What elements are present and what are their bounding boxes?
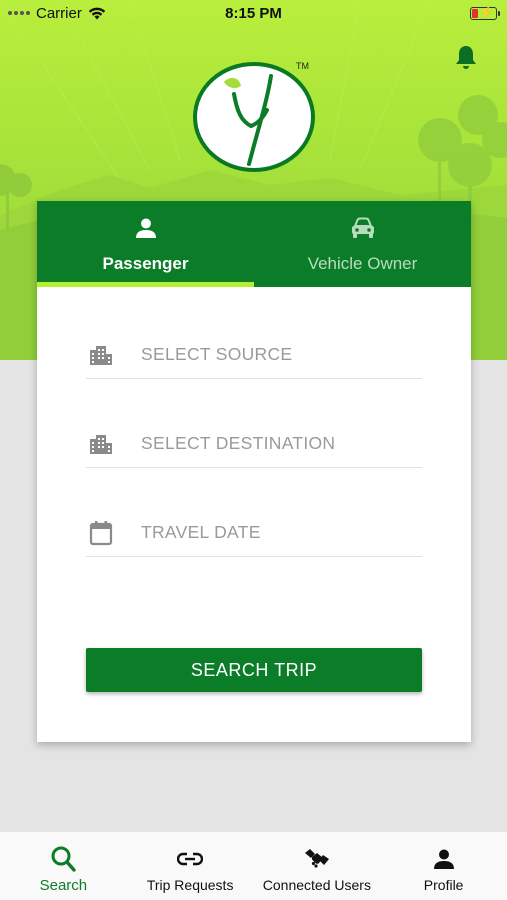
- nav-search-label: Search: [39, 877, 88, 894]
- role-tabs: Passenger Vehicle Owner: [37, 201, 471, 287]
- destination-field[interactable]: [86, 420, 422, 468]
- status-bar: Carrier 8:15 PM ⚡: [0, 0, 507, 26]
- signal-strength-icon: [8, 11, 30, 15]
- search-icon: [50, 845, 77, 873]
- battery-icon: ⚡: [470, 5, 500, 20]
- building-icon: [88, 342, 114, 368]
- tab-vehicle-owner-label: Vehicle Owner: [307, 254, 418, 273]
- search-trip-button[interactable]: SEARCH TRIP: [86, 648, 422, 692]
- active-tab-indicator: [37, 282, 254, 287]
- person-icon: [433, 845, 455, 873]
- link-icon: [177, 845, 204, 873]
- travel-date-input[interactable]: [141, 522, 411, 543]
- person-icon: [135, 215, 157, 241]
- nav-trip-requests-label: Trip Requests: [146, 877, 234, 893]
- travel-date-field[interactable]: [86, 509, 422, 557]
- carrier-label: Carrier: [36, 4, 82, 22]
- logo-mark-icon: [224, 74, 273, 166]
- tab-vehicle-owner[interactable]: Vehicle Owner: [254, 201, 471, 287]
- trademark-label: TM: [296, 61, 309, 71]
- nav-profile-label: Profile: [423, 877, 464, 893]
- building-icon: [88, 431, 114, 457]
- nav-profile[interactable]: Profile: [380, 832, 507, 900]
- nav-search[interactable]: Search: [0, 832, 127, 900]
- calendar-icon: [88, 520, 114, 546]
- tab-passenger[interactable]: Passenger: [37, 201, 254, 287]
- app-logo: [193, 62, 315, 172]
- nav-connected-users-label: Connected Users: [262, 877, 371, 893]
- search-card: Passenger Vehicle Owner SELECT SOURCE SE…: [37, 201, 471, 742]
- source-input[interactable]: [141, 344, 411, 365]
- nav-connected-users[interactable]: Connected Users: [254, 832, 381, 900]
- tab-passenger-label: Passenger: [102, 254, 189, 273]
- car-icon: [350, 215, 376, 241]
- bottom-navigation: Search Trip Requests Connected Users Pro…: [0, 831, 507, 900]
- destination-input[interactable]: [141, 433, 411, 454]
- wifi-icon: [88, 7, 106, 19]
- handshake-icon: [304, 845, 330, 873]
- notifications-bell-icon[interactable]: [454, 44, 478, 70]
- source-field[interactable]: [86, 331, 422, 379]
- nav-trip-requests[interactable]: Trip Requests: [127, 832, 254, 900]
